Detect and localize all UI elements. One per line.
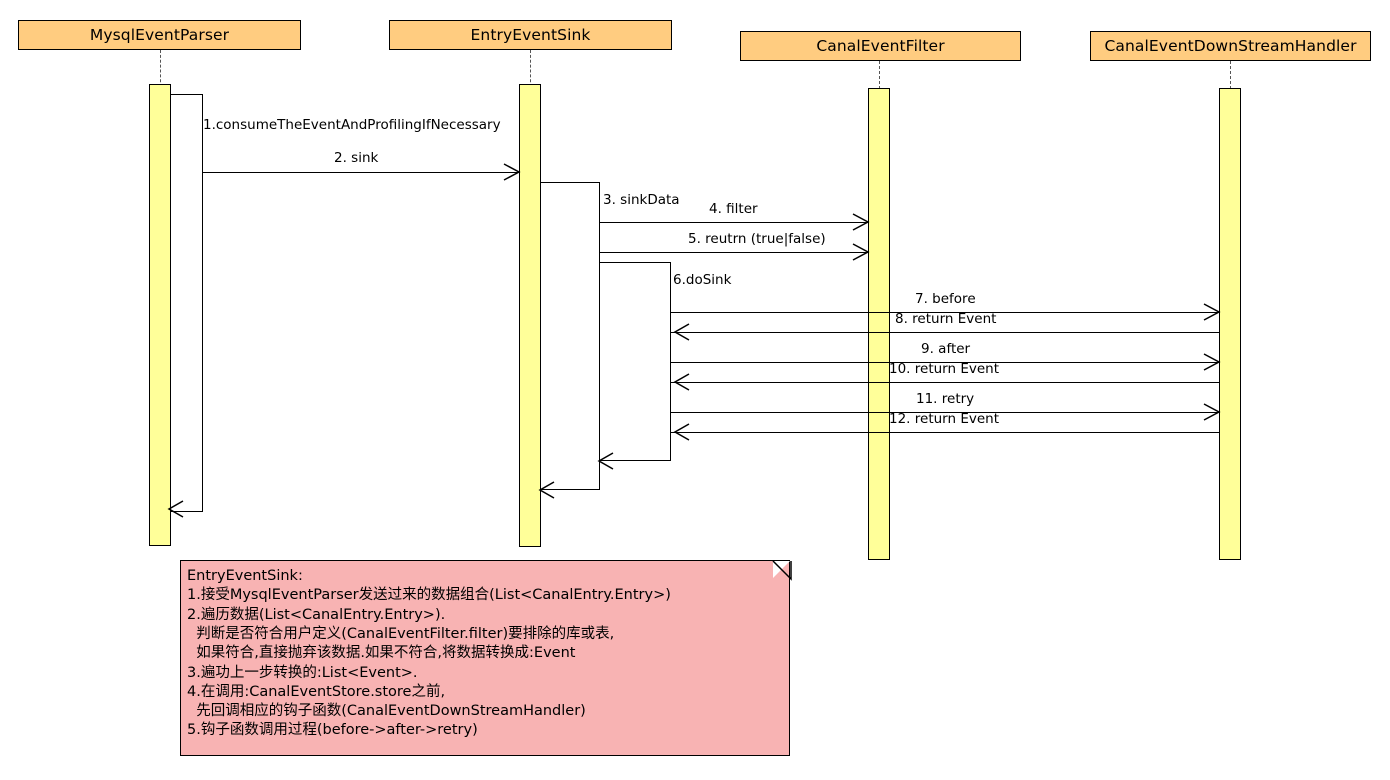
note-line-1: EntryEventSink: [187,568,303,584]
arrowhead-9 [1203,353,1221,371]
arrowhead-11 [1203,403,1221,421]
message-label-3: 3. sinkData [603,192,680,208]
arrowhead-5 [852,243,870,261]
note-line-8: 先回调相应的钩子函数(CanalEventDownStreamHandler) [187,703,586,720]
nested-activation-consume-event [171,94,203,512]
participant-label: MysqlEventParser [89,26,230,44]
sequence-diagram-canvas: MysqlEventParser EntryEventSink CanalEve… [0,0,1390,780]
activation-mysql-event-parser [149,84,171,546]
note-line-2: 1.接受MysqlEventParser发送过来的数据组合(List<Canal… [187,587,671,604]
activation-canal-event-filter [868,88,890,560]
arrowhead-7 [1203,303,1221,321]
arrowhead-return-6 [597,452,614,470]
message-label-8: 8. return Event [895,311,997,327]
note-line-3: 2.遍历数据(List<CanalEntry.Entry>). [187,606,446,623]
message-label-7: 7. before [915,291,976,307]
note-entry-event-sink: EntryEventSink: 1.接受MysqlEventParser发送过来… [180,560,790,756]
note-line-9: 5.钩子函数调用过程(before->after->retry) [187,722,478,739]
activation-canal-event-down-stream-handler [1219,88,1241,560]
activation-entry-event-sink [519,84,541,547]
message-arrow-12 [671,432,1219,433]
participant-label: CanalEventDownStreamHandler [1104,37,1357,55]
note-line-7: 4.在调用:CanalEventStore.store之前, [187,683,446,700]
participant-header-entry-event-sink[interactable]: EntryEventSink [389,20,672,50]
message-label-10: 10. return Event [889,361,1000,377]
message-label-11: 11. retry [916,391,975,407]
lifeline-canal-event-down-stream-handler [1230,61,1231,89]
note-line-4: 判断是否符合用户定义(CanalEventFilter.filter)要排除的库… [187,625,615,642]
message-label-2: 2. sink [334,150,379,166]
participant-header-canal-event-down-stream-handler[interactable]: CanalEventDownStreamHandler [1090,31,1371,61]
message-arrow-2 [203,172,519,173]
message-label-9: 9. after [921,341,971,357]
nested-activation-do-sink [600,262,671,461]
note-line-6: 3.遍功上一步转换的:List<Event>. [187,664,418,681]
arrowhead-return-1 [167,500,184,518]
arrowhead-return-3 [538,481,555,499]
note-fold-edge-icon [772,560,792,581]
message-arrow-10 [671,382,1219,383]
arrowhead-12 [673,423,690,441]
arrowhead-8 [673,323,690,341]
message-label-4: 4. filter [709,201,758,217]
message-arrow-8 [671,332,1219,333]
participant-label: CanalEventFilter [816,37,945,55]
message-arrow-5 [600,252,868,253]
message-label-6: 6.doSink [673,272,732,288]
lifeline-canal-event-filter [879,61,880,89]
message-arrow-4 [600,222,868,223]
participant-header-canal-event-filter[interactable]: CanalEventFilter [740,31,1021,61]
participant-label: EntryEventSink [470,26,591,44]
nested-activation-sink-data [541,182,600,490]
message-label-12: 12. return Event [889,411,1000,427]
message-label-5: 5. reutrn (true|false) [688,231,826,247]
note-line-5: 如果符合,直接抛弃该数据.如果不符合,将数据转换成:Event [187,645,576,662]
arrowhead-2 [503,163,521,181]
arrowhead-10 [673,373,690,391]
message-label-1: 1.consumeTheEventAndProfilingIfNecessary [203,117,501,133]
participant-header-mysql-event-parser[interactable]: MysqlEventParser [18,20,301,50]
arrowhead-4 [852,213,870,231]
